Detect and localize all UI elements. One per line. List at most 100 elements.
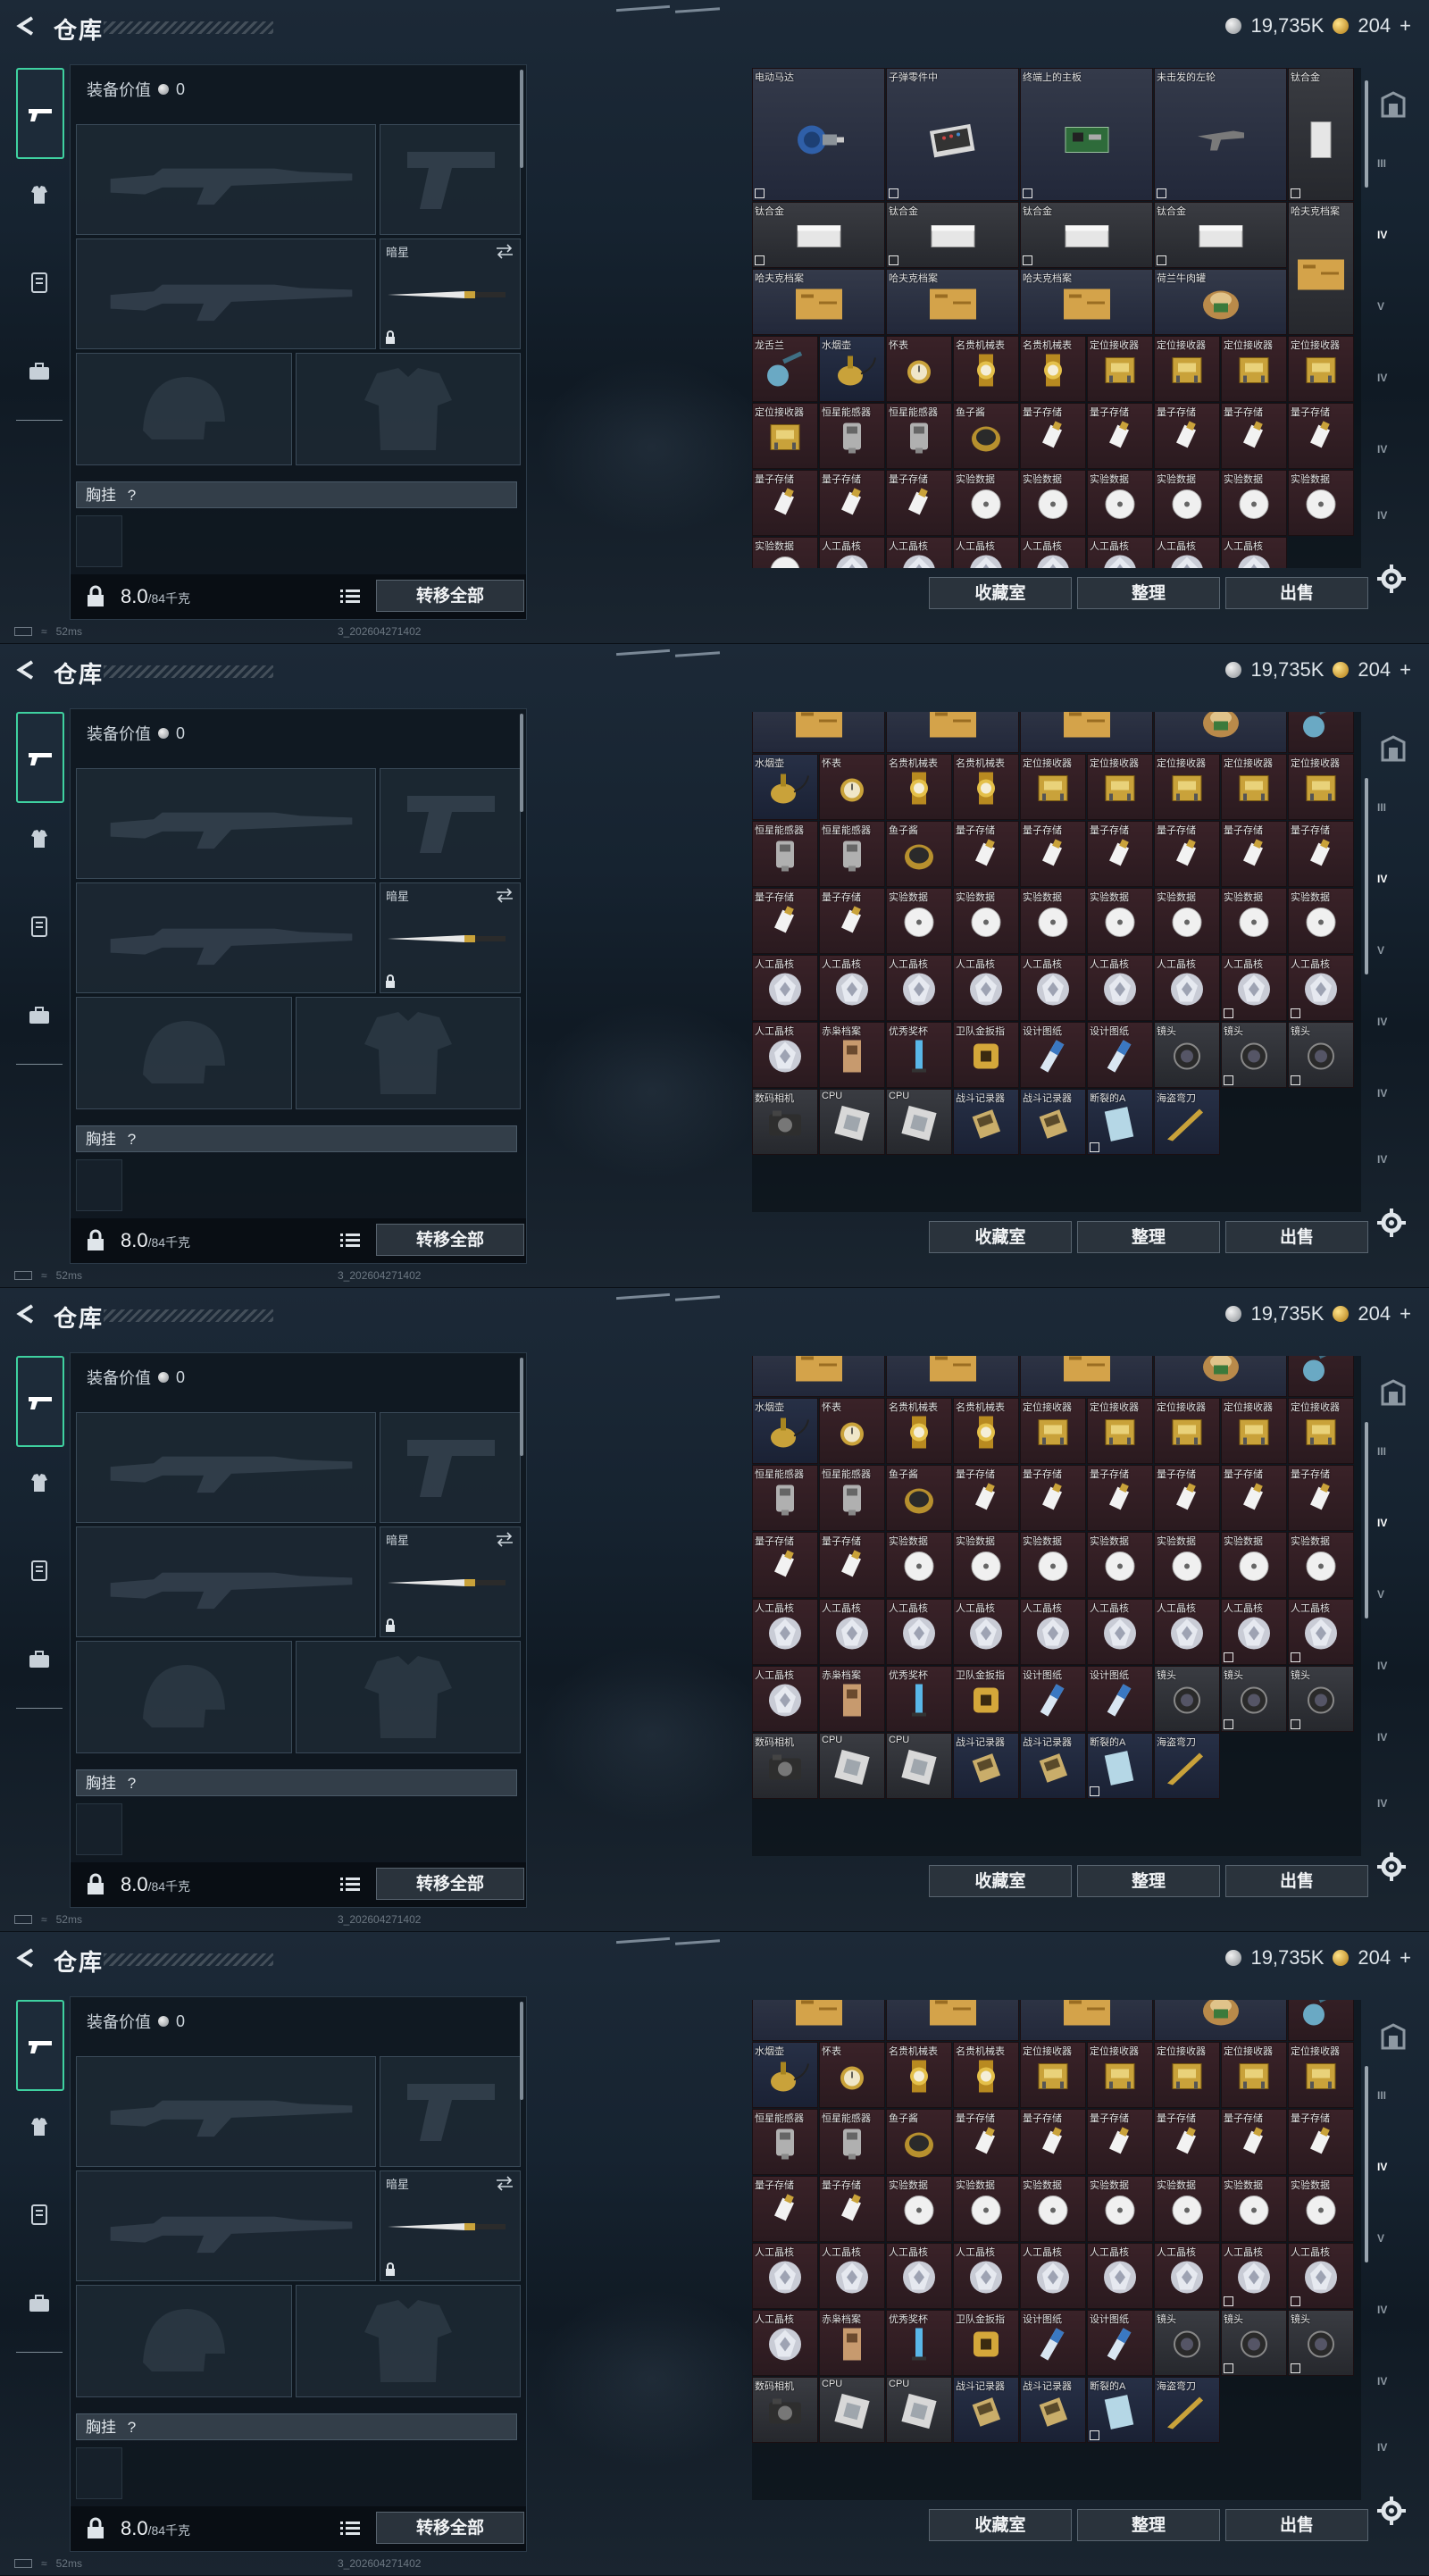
- body-armor-slot[interactable]: [296, 1641, 521, 1753]
- inventory-item[interactable]: 终端上的主板: [1020, 68, 1153, 201]
- gold-add-button[interactable]: +: [1400, 14, 1411, 38]
- inventory-item[interactable]: 哈夫克档案: [752, 269, 885, 335]
- inventory-item[interactable]: 实验数据: [953, 470, 1019, 536]
- inventory-item[interactable]: 子弹零件中: [886, 68, 1019, 201]
- nav-tier-8-icon[interactable]: IV: [1377, 509, 1409, 541]
- inventory-item[interactable]: 赤枭档案: [819, 1022, 885, 1088]
- nav-vault-icon[interactable]: [1377, 89, 1409, 121]
- nav-armor[interactable]: [20, 175, 59, 214]
- inventory-item[interactable]: 量子存储: [1087, 821, 1153, 887]
- list-icon[interactable]: [340, 1877, 360, 1893]
- inventory-item[interactable]: 水烟壶: [752, 754, 818, 820]
- nav-tier-7-icon[interactable]: IV: [1377, 1087, 1409, 1119]
- nav-tier-5-icon[interactable]: V: [1377, 2232, 1409, 2264]
- inventory-item[interactable]: 人工晶核: [953, 1599, 1019, 1665]
- inventory-item[interactable]: 实验数据: [1087, 470, 1153, 536]
- inventory-item[interactable]: 量子存储: [819, 2176, 885, 2242]
- chest-rig-slot[interactable]: [76, 515, 122, 567]
- inventory-item[interactable]: 量子存储: [819, 888, 885, 954]
- inventory-item[interactable]: 量子存储: [1288, 821, 1354, 887]
- inventory-item[interactable]: 实验数据: [1221, 2176, 1287, 2242]
- inventory-item[interactable]: 定位接收器: [1288, 336, 1354, 402]
- inventory-item[interactable]: 实验数据: [1020, 2176, 1086, 2242]
- nav-tier-8-icon[interactable]: IV: [1377, 2441, 1409, 2473]
- inventory-item[interactable]: 卫队金扳指: [953, 2310, 1019, 2376]
- inventory-item[interactable]: 钛合金: [886, 202, 1019, 268]
- inventory-item[interactable]: 数码相机: [752, 1733, 818, 1799]
- inventory-item[interactable]: 定位接收器: [1221, 336, 1287, 402]
- inventory-item[interactable]: 哈夫克档案: [886, 2000, 1019, 2041]
- nav-tier-6-icon[interactable]: IV: [1377, 2304, 1409, 2336]
- inventory-item[interactable]: 实验数据: [1221, 888, 1287, 954]
- inventory-item[interactable]: 镜头: [1221, 1022, 1287, 1088]
- inventory-item[interactable]: 恒星能感器: [752, 1465, 818, 1531]
- inventory-item[interactable]: 人工晶核: [1087, 2243, 1153, 2309]
- chest-help-icon[interactable]: ?: [128, 1775, 136, 1792]
- inventory-item[interactable]: 哈夫克档案: [1288, 202, 1354, 335]
- inventory-item[interactable]: 鱼子酱: [886, 821, 952, 887]
- inventory-item[interactable]: 量子存储: [819, 1532, 885, 1598]
- inventory-item[interactable]: 哈夫克档案: [1020, 2000, 1153, 2041]
- nav-tier-5-icon[interactable]: V: [1377, 944, 1409, 976]
- inventory-item[interactable]: 量子存储: [953, 2109, 1019, 2175]
- inventory-item[interactable]: 恒星能感器: [752, 821, 818, 887]
- inventory-item[interactable]: 钛合金: [1020, 202, 1153, 268]
- inventory-item[interactable]: 卫队金扳指: [953, 1666, 1019, 1732]
- nav-backpack[interactable]: [20, 996, 59, 1035]
- nav-weapons[interactable]: [16, 712, 64, 803]
- inventory-item[interactable]: 量子存储: [1288, 403, 1354, 469]
- sort-button[interactable]: 整理: [1077, 1221, 1220, 1253]
- inventory-item[interactable]: 钛合金: [752, 202, 885, 268]
- inventory-item[interactable]: 战斗记录器: [1020, 1733, 1086, 1799]
- inventory-item[interactable]: 定位接收器: [1288, 1398, 1354, 1464]
- inventory-item[interactable]: 量子存储: [1154, 1465, 1220, 1531]
- inventory-item[interactable]: CPU: [819, 1733, 885, 1799]
- inventory-item[interactable]: 设计图纸: [1020, 2310, 1086, 2376]
- inventory-item[interactable]: 人工晶核: [1020, 955, 1086, 1021]
- inventory-item[interactable]: 镜头: [1154, 1022, 1220, 1088]
- inventory-item[interactable]: 哈夫克档案: [1020, 712, 1153, 753]
- inventory-item[interactable]: 定位接收器: [1288, 754, 1354, 820]
- secondary-weapon-slot[interactable]: [76, 2170, 376, 2281]
- collection-room-button[interactable]: 收藏室: [929, 1865, 1072, 1897]
- inventory-item[interactable]: 人工晶核: [1288, 1599, 1354, 1665]
- inventory-item[interactable]: 水烟壶: [752, 2042, 818, 2108]
- collection-room-button[interactable]: 收藏室: [929, 1221, 1072, 1253]
- inventory-item[interactable]: 名贵机械表: [953, 336, 1019, 402]
- collection-room-button[interactable]: 收藏室: [929, 577, 1072, 609]
- sell-button[interactable]: 出售: [1225, 1221, 1368, 1253]
- inventory-item[interactable]: 量子存储: [1154, 2109, 1220, 2175]
- inventory-item[interactable]: 定位接收器: [1288, 2042, 1354, 2108]
- inventory-item[interactable]: 定位接收器: [1221, 2042, 1287, 2108]
- sidearm-slot[interactable]: [380, 2056, 521, 2167]
- transfer-all-button[interactable]: 转移全部: [376, 1224, 524, 1256]
- inventory-item[interactable]: 名贵机械表: [886, 1398, 952, 1464]
- inventory-item[interactable]: 定位接收器: [1020, 1398, 1086, 1464]
- inventory-item[interactable]: 量子存储: [1288, 2109, 1354, 2175]
- inventory-item[interactable]: 定位接收器: [1087, 2042, 1153, 2108]
- inventory-item[interactable]: 定位接收器: [1087, 1398, 1153, 1464]
- inventory-item[interactable]: 设计图纸: [1087, 1666, 1153, 1732]
- inventory-item[interactable]: 人工晶核: [886, 537, 952, 568]
- inventory-item[interactable]: 水烟壶: [819, 336, 885, 402]
- inventory-item[interactable]: 恒星能感器: [886, 403, 952, 469]
- chest-help-icon[interactable]: ?: [128, 2419, 136, 2436]
- nav-tier-4-icon[interactable]: IV: [1377, 229, 1409, 261]
- melee-slot[interactable]: 暗星: [380, 1526, 521, 1637]
- loadout-scrollbar[interactable]: [520, 714, 523, 812]
- inventory-item[interactable]: CPU: [886, 1089, 952, 1155]
- gold-add-button[interactable]: +: [1400, 1946, 1411, 1970]
- inventory-item[interactable]: 优秀奖杯: [886, 1666, 952, 1732]
- gold-add-button[interactable]: +: [1400, 1302, 1411, 1326]
- sidearm-slot[interactable]: [380, 768, 521, 879]
- nav-tier-7-icon[interactable]: IV: [1377, 2375, 1409, 2407]
- inventory-item[interactable]: 人工晶核: [1288, 955, 1354, 1021]
- inventory-item[interactable]: 实验数据: [1154, 888, 1220, 954]
- inventory-item[interactable]: 量子存储: [953, 1465, 1019, 1531]
- inventory-item[interactable]: 实验数据: [1288, 470, 1354, 536]
- chest-rig-header[interactable]: 胸挂 ?: [76, 1125, 517, 1152]
- back-arrow-icon[interactable]: [13, 13, 39, 39]
- inventory-item[interactable]: 怀表: [819, 754, 885, 820]
- inventory-item[interactable]: 实验数据: [1221, 470, 1287, 536]
- chest-rig-slot[interactable]: [76, 1159, 122, 1211]
